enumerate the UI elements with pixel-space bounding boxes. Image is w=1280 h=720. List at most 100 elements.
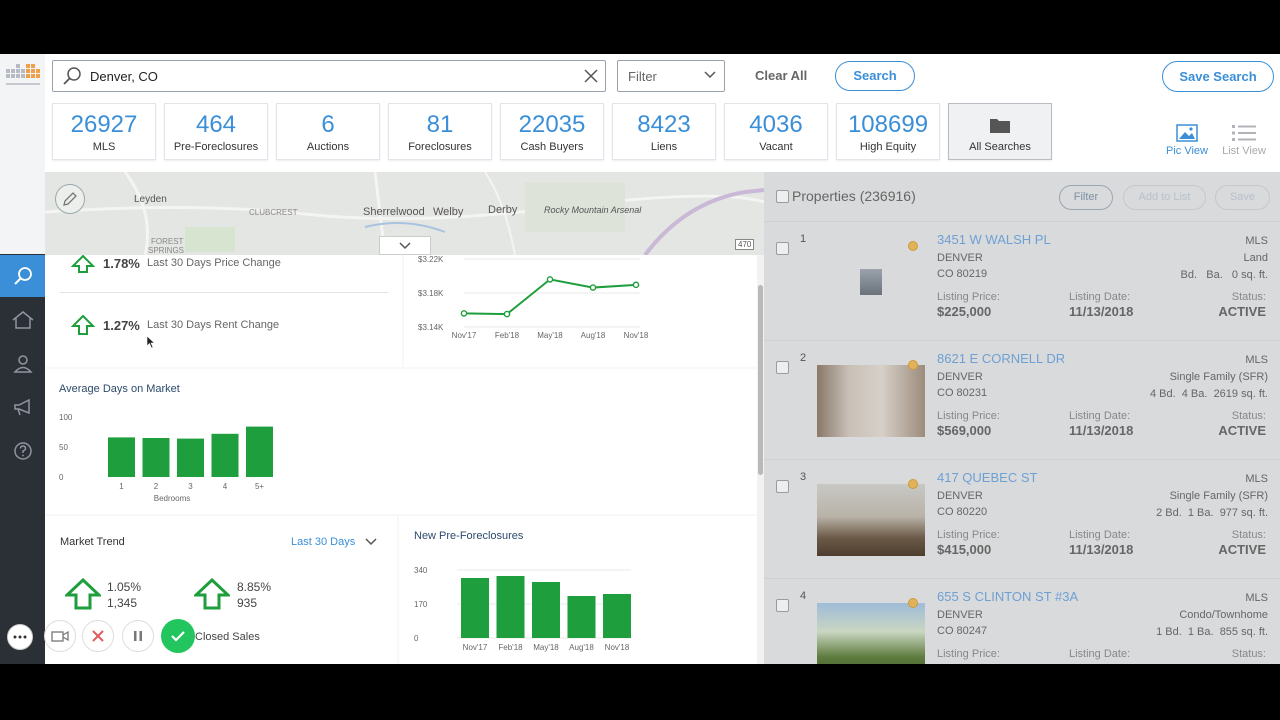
price-value: $225,000: [937, 304, 992, 319]
preforeclosures-bar-chart: 340 170 0 Nov'17 Feb'18 May'18 Aug'18 Nov'18: [414, 566, 631, 652]
camera-button[interactable]: [44, 620, 76, 652]
property-row[interactable]: 1 3451 W WALSH PL DENVER CO 80219 MLS Lan…: [764, 223, 1280, 341]
stat-foreclosures[interactable]: 81 Foreclosures: [388, 103, 492, 160]
chevron-down-icon[interactable]: [365, 538, 377, 546]
preforeclosure-bar: [461, 578, 489, 638]
property-row[interactable]: 3 417 QUEBEC ST DENVER CO 80220 MLS Singl…: [764, 461, 1280, 579]
list-icon: [1232, 125, 1256, 141]
dom-bar: [177, 438, 204, 477]
price-label: Listing Price:: [937, 529, 1000, 541]
megaphone-icon: [13, 398, 30, 416]
status-value: ACTIVE: [1218, 304, 1266, 319]
list-view-toggle[interactable]: List View: [1221, 124, 1267, 157]
clear-icon[interactable]: [583, 68, 599, 84]
property-type: MLS Land Bd. Ba. 0 sq. ft.: [1181, 233, 1268, 284]
preforeclosure-bar: [567, 596, 596, 638]
city: DENVER: [937, 371, 983, 383]
map-collapse-button[interactable]: [379, 236, 431, 255]
row-index: 2: [800, 352, 807, 364]
stat-mls[interactable]: 26927 MLS: [52, 103, 156, 160]
price-point: [546, 276, 554, 283]
stat-value: 22035: [518, 111, 586, 138]
pause-button[interactable]: [122, 620, 154, 652]
source: MLS: [1245, 473, 1268, 485]
stat-label: High Equity: [859, 141, 917, 153]
person-icon: [12, 355, 33, 373]
search-button[interactable]: Search: [835, 61, 915, 91]
rent-change-label: Last 30 Days Rent Change: [147, 319, 280, 331]
nav-marketing[interactable]: [0, 386, 45, 428]
list-view-label: List View: [1222, 145, 1266, 157]
status-dot: [908, 241, 918, 251]
stat-liens[interactable]: 8423 Liens: [612, 103, 716, 160]
property-photo[interactable]: [817, 365, 925, 437]
properties-title: Properties (236916): [792, 188, 916, 204]
sqft: 855 sq. ft.: [1219, 626, 1268, 638]
property-photo[interactable]: [817, 484, 925, 556]
stat-label: Cash Buyers: [520, 141, 584, 153]
range-dropdown[interactable]: Last 30 Days: [291, 536, 355, 548]
finish-recording-button[interactable]: [161, 619, 195, 653]
days-on-market-card: Average Days on Market 100 50 0 1 2 3 4 5+ Bedro…: [45, 369, 757, 514]
date-label: Listing Date:: [1069, 291, 1131, 303]
nav-properties[interactable]: [0, 299, 45, 341]
pic-view-toggle[interactable]: Pic View: [1164, 124, 1210, 157]
zip: CO 80220: [937, 506, 988, 518]
image-icon: [1176, 124, 1198, 142]
property-address[interactable]: 3451 W WALSH PL: [937, 232, 1051, 247]
save-search-button[interactable]: Save Search: [1162, 61, 1274, 92]
nav-search[interactable]: [0, 255, 45, 297]
more-button[interactable]: [7, 624, 33, 650]
scroll-thumb[interactable]: [758, 285, 763, 475]
property-photo[interactable]: [860, 269, 882, 295]
stat-label: MLS: [92, 141, 116, 153]
logo-area: [0, 54, 45, 254]
row-checkbox[interactable]: [776, 242, 789, 255]
property-address[interactable]: 8621 E CORNELL DR: [937, 351, 1065, 366]
top-bar: Denver, CO Filter Clear All Search Save …: [45, 54, 1280, 172]
all-searches-button[interactable]: All Searches: [948, 103, 1052, 160]
y-tick-label: 340: [414, 566, 428, 575]
nav-contacts[interactable]: [0, 343, 45, 385]
nav-help[interactable]: [0, 430, 45, 472]
preforeclosures-card: New Pre-Foreclosures 340 170 0 Nov'17 Feb'18…: [399, 516, 757, 664]
add-to-list-button[interactable]: Add to List: [1123, 185, 1206, 210]
dashboard-panel: 1.78% Last 30 Days Price Change 1.27% La…: [45, 255, 757, 664]
stat-high-equity[interactable]: 108699 High Equity: [836, 103, 940, 160]
price-line-chart: $3.22K $3.18K $3.14K Nov'17 Feb'18 May'18 Aug'…: [418, 255, 649, 340]
property-photo[interactable]: [817, 603, 925, 664]
row-checkbox[interactable]: [776, 361, 789, 374]
draw-tool-button[interactable]: [55, 184, 85, 214]
stat-label: Vacant: [759, 141, 793, 153]
rent-change-pct: 1.27%: [103, 318, 140, 333]
stat-auctions[interactable]: 6 Auctions: [276, 103, 380, 160]
trend-b-count: 935: [237, 596, 258, 610]
stat-value: 26927: [70, 111, 138, 138]
cancel-recording-button[interactable]: [82, 620, 114, 652]
x-tick-label: 1: [119, 482, 124, 491]
select-all-checkbox[interactable]: [776, 190, 789, 203]
save-button[interactable]: Save: [1215, 185, 1270, 210]
dom-bar: [142, 438, 170, 477]
dashboard-scrollbar[interactable]: [757, 255, 764, 664]
map-label: Rocky Mountain Arsenal: [544, 205, 642, 215]
map[interactable]: Leyden CLUBCREST Sherrelwood Welby Derby…: [45, 172, 764, 255]
property-address[interactable]: 655 S CLINTON ST #3A: [937, 589, 1078, 604]
row-checkbox[interactable]: [776, 480, 789, 493]
stat-pre-foreclosures[interactable]: 464 Pre-Foreclosures: [164, 103, 268, 160]
property-row[interactable]: 2 8621 E CORNELL DR DENVER CO 80231 MLS S…: [764, 342, 1280, 460]
filter-dropdown[interactable]: Filter: [617, 60, 725, 92]
props-filter-button[interactable]: Filter: [1059, 185, 1113, 210]
property-row[interactable]: 4 655 S CLINTON ST #3A DENVER CO 80247 ML…: [764, 580, 1280, 664]
stat-cash-buyers[interactable]: 22035 Cash Buyers: [500, 103, 604, 160]
row-checkbox[interactable]: [776, 599, 789, 612]
baths: Ba.: [1206, 269, 1223, 281]
search-input[interactable]: Denver, CO: [52, 60, 606, 92]
property-address[interactable]: 417 QUEBEC ST: [937, 470, 1037, 485]
stat-vacant[interactable]: 4036 Vacant: [724, 103, 828, 160]
clear-all-link[interactable]: Clear All: [755, 68, 807, 83]
chevron-down-icon: [704, 71, 716, 79]
row-index: 1: [800, 233, 807, 245]
stat-value: 464: [195, 111, 237, 138]
property-type: MLS Condo/Townhome 1 Bd. 1 Ba. 855 sq. f…: [1156, 590, 1268, 641]
